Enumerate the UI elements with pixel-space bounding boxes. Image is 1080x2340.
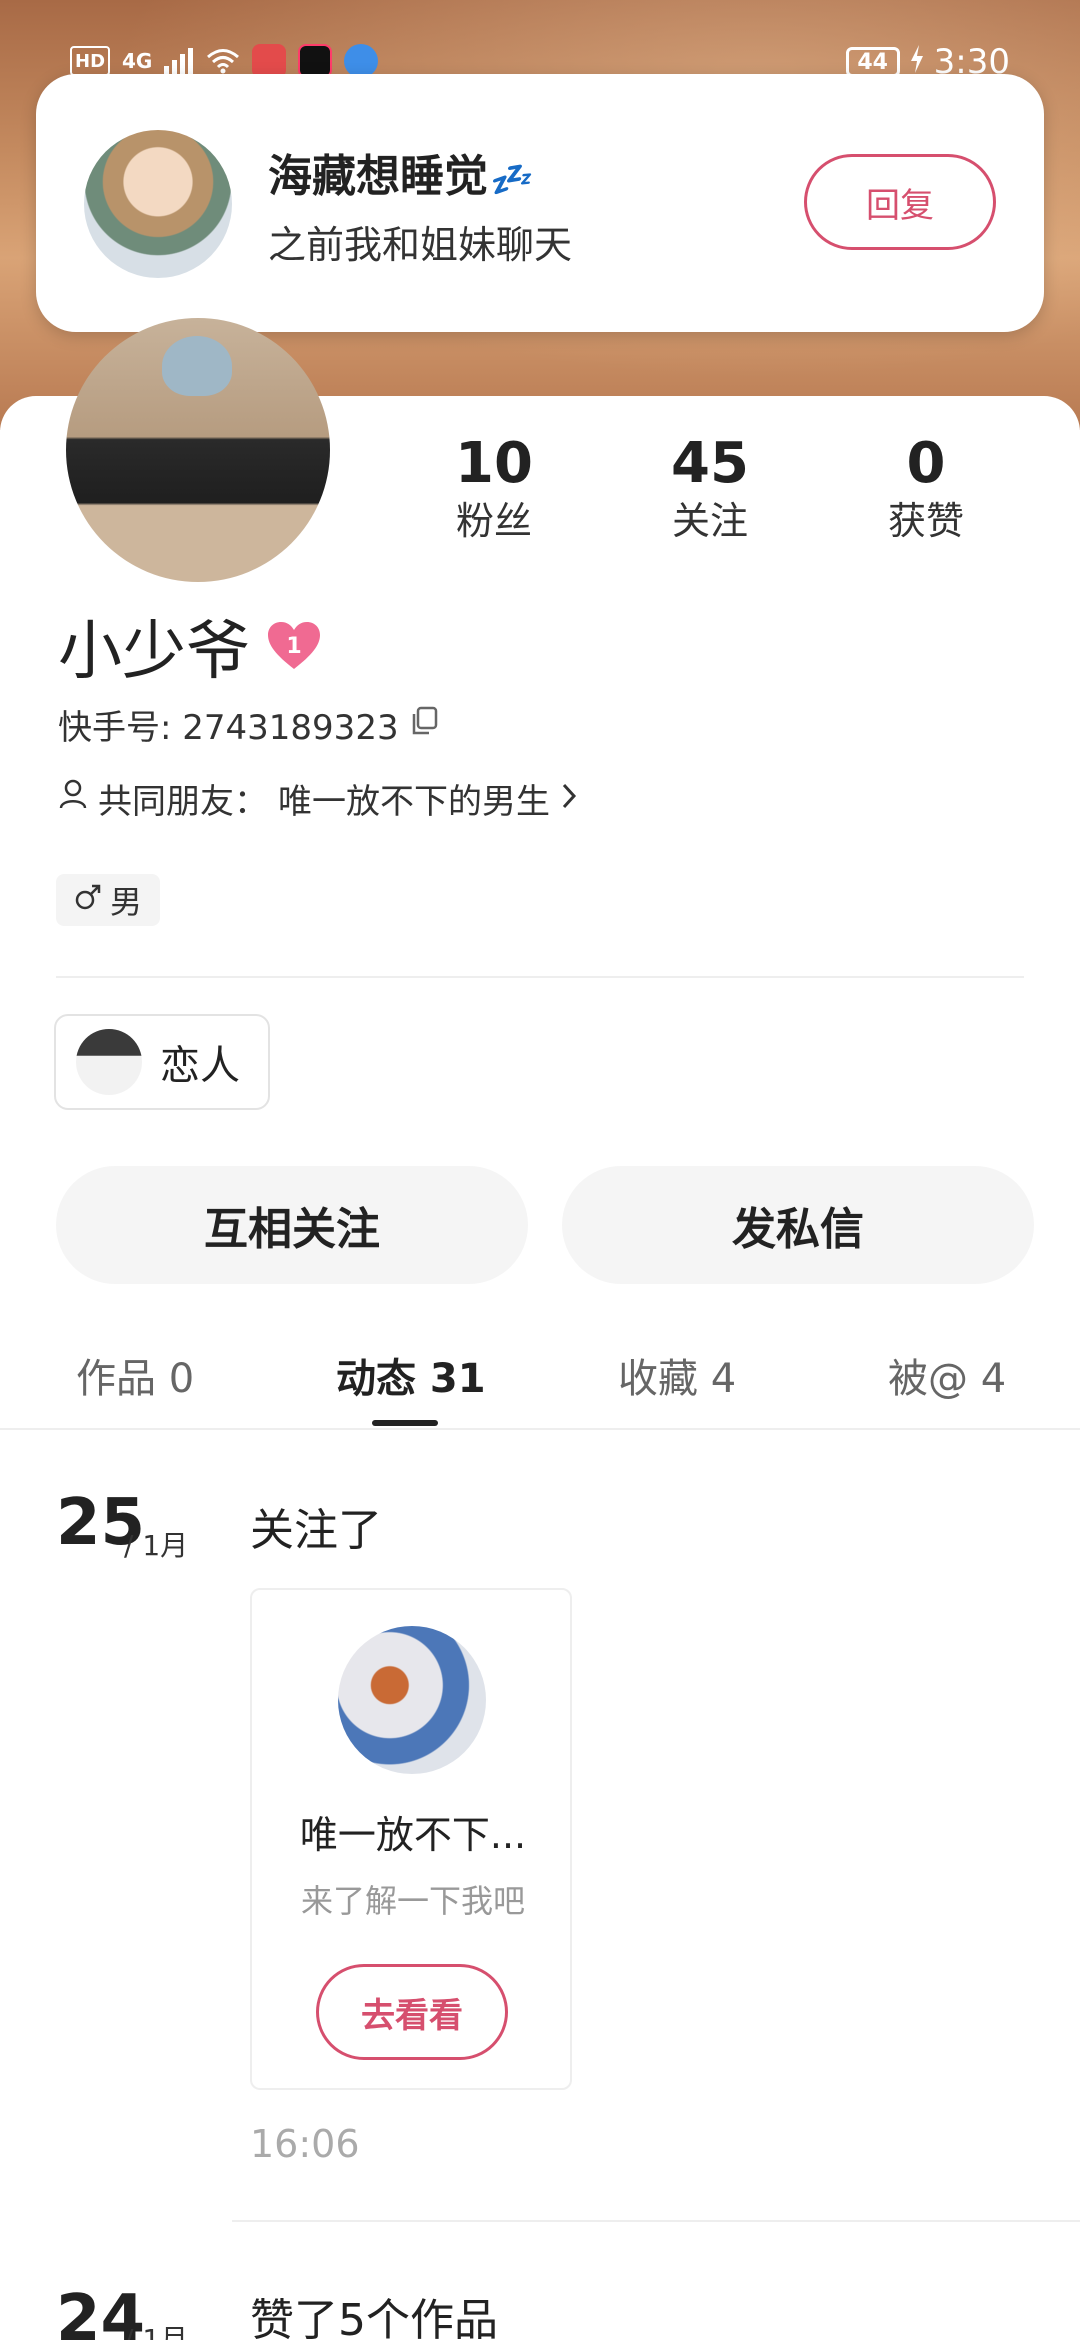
relation-tag-lover[interactable]: 恋人 — [54, 1014, 270, 1110]
tab-activity[interactable]: 动态 31 — [336, 1346, 486, 1404]
feed-time: 16:06 — [250, 2122, 360, 2166]
heart-level-badge[interactable]: 1 — [266, 621, 322, 671]
following-count: 45 — [671, 431, 749, 496]
feed-date-month: / 1月 — [124, 2323, 189, 2340]
followed-user-card[interactable]: 唯一放不下... 来了解一下我吧 去看看 — [250, 1588, 572, 2090]
hd-indicator: HD — [70, 46, 111, 76]
followed-user-subtitle: 来了解一下我吧 — [300, 1882, 525, 1920]
lover-avatar — [76, 1029, 142, 1095]
signal-icon — [164, 46, 194, 76]
copy-icon[interactable] — [409, 705, 439, 745]
sleep-emoji: 💤 — [488, 160, 531, 200]
mutual-follow-button[interactable]: 互相关注 — [56, 1166, 528, 1284]
reply-button[interactable]: 回复 — [804, 154, 996, 250]
send-message-button[interactable]: 发私信 — [562, 1166, 1034, 1284]
network-indicator: 4G — [122, 49, 153, 73]
feed-activity-title: 赞了5个作品 — [250, 2295, 498, 2340]
notification-sender: 海藏想睡觉💤 — [268, 140, 530, 204]
username-row: 小少爷 1 — [58, 600, 322, 692]
mutual-friends-label: 共同朋友： — [98, 782, 268, 822]
profile-screen: HD 4G 44 3:30 海藏想睡觉💤 之前我和姐妹聊天 回复 10 粉丝 4… — [0, 0, 1080, 2340]
following-label: 关注 — [671, 499, 748, 543]
avatar-face — [162, 336, 232, 396]
heart-level-number: 1 — [286, 633, 302, 659]
notification-message: 之前我和姐妹聊天 — [268, 223, 573, 267]
profile-avatar[interactable] — [66, 318, 330, 582]
followers-count: 10 — [455, 431, 533, 496]
sender-name: 海藏想睡觉 — [268, 151, 488, 202]
likes-label: 获赞 — [887, 499, 964, 543]
sender-avatar — [84, 130, 232, 278]
tab-works[interactable]: 作品 0 — [76, 1346, 194, 1404]
tab-favorites[interactable]: 收藏 4 — [618, 1346, 736, 1404]
tab-mentions[interactable]: 被@ 4 — [888, 1346, 1006, 1404]
stat-followers[interactable]: 10 粉丝 — [404, 432, 584, 546]
relation-label: 恋人 — [160, 1043, 240, 1089]
kuaishou-id-row: 快手号: 2743189323 — [58, 700, 439, 749]
followed-user-avatar — [338, 1626, 486, 1774]
followed-user-name: 唯一放不下... — [299, 1813, 527, 1857]
profile-tabs: 作品 0 动态 31 收藏 4 被@ 4 — [0, 1320, 1080, 1430]
likes-count: 0 — [906, 431, 946, 496]
section-divider — [56, 976, 1024, 978]
app-notification-icon — [252, 44, 287, 78]
stat-following[interactable]: 45 关注 — [620, 432, 800, 546]
followers-label: 粉丝 — [455, 499, 532, 543]
mutual-friend-name: 唯一放不下的男生 — [278, 782, 550, 822]
wifi-icon — [206, 46, 240, 76]
feed-activity-title: 关注了 — [250, 1505, 382, 1556]
stat-likes[interactable]: 0 获赞 — [836, 432, 1016, 546]
feed-divider — [232, 2220, 1080, 2222]
gender-tag: 男 — [56, 874, 161, 926]
go-see-button[interactable]: 去看看 — [316, 1964, 508, 2060]
male-icon — [74, 881, 102, 919]
browser-app-icon — [344, 44, 379, 78]
status-bar-left: HD 4G — [70, 44, 379, 78]
video-app-icon — [298, 44, 333, 78]
gender-label: 男 — [110, 883, 143, 921]
username: 小少爷 — [58, 615, 250, 689]
battery-icon: 44 — [845, 47, 900, 77]
kuaishou-id: 快手号: 2743189323 — [58, 708, 399, 748]
tabs-divider — [0, 1428, 1080, 1430]
feed-date-month: / 1月 — [124, 1529, 189, 1562]
person-icon — [58, 778, 88, 819]
active-tab-indicator — [372, 1420, 438, 1426]
mutual-friends-row[interactable]: 共同朋友： 唯一放不下的男生 — [58, 774, 578, 823]
chevron-right-icon — [560, 779, 578, 819]
message-notification-banner[interactable]: 海藏想睡觉💤 之前我和姐妹聊天 回复 — [36, 74, 1044, 332]
